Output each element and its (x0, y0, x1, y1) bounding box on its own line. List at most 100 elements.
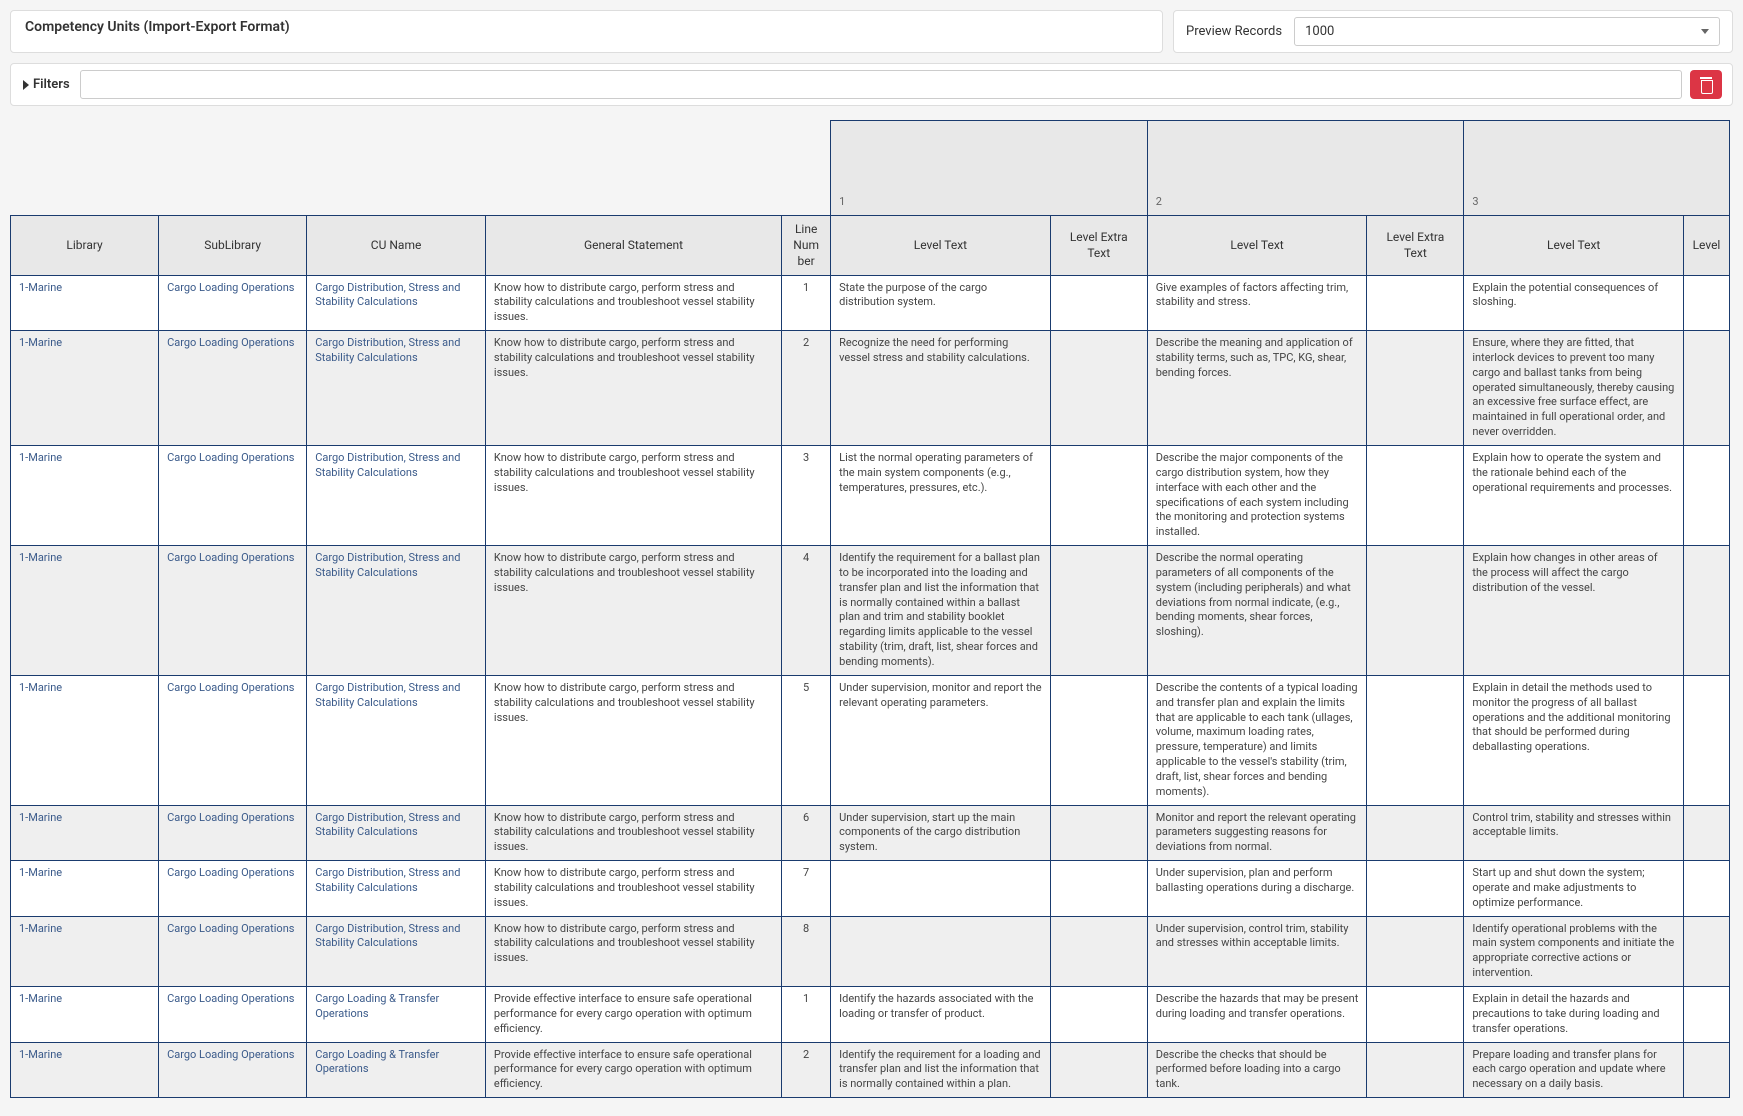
cell-level-text: Identify the requirement for a loading a… (831, 1042, 1051, 1098)
cell-sublibrary: Cargo Loading Operations (159, 805, 307, 861)
cell-level-extra (1050, 546, 1147, 676)
table-row[interactable]: 1-MarineCargo Loading OperationsCargo Di… (11, 331, 1730, 446)
cell-sublibrary: Cargo Loading Operations (159, 331, 307, 446)
col-level[interactable]: Level (1683, 216, 1729, 276)
cell-level-text: Describe the normal operating parameters… (1147, 546, 1367, 676)
cell-sublibrary: Cargo Loading Operations (159, 1042, 307, 1098)
cell-line-number: 7 (782, 861, 831, 917)
cell-line-number: 5 (782, 675, 831, 805)
cell-level-text: Explain how to operate the system and th… (1464, 446, 1684, 546)
cell-level-text: Under supervision, plan and perform ball… (1147, 861, 1367, 917)
cell-line-number: 1 (782, 987, 831, 1043)
cell-general: Know how to distribute cargo, perform st… (485, 446, 781, 546)
cell-level-extra (1050, 916, 1147, 986)
cell-general: Provide effective interface to ensure sa… (485, 987, 781, 1043)
col-cu-name[interactable]: CU Name (307, 216, 486, 276)
clear-filters-button[interactable] (1690, 70, 1722, 99)
cell-level-text: Start up and shut down the system; opera… (1464, 861, 1684, 917)
cell-level-extra (1367, 331, 1464, 446)
cell-level-text: Under supervision, control trim, stabili… (1147, 916, 1367, 986)
cell-level-text: Under supervision, monitor and report th… (831, 675, 1051, 805)
cell-sublibrary: Cargo Loading Operations (159, 546, 307, 676)
table-row[interactable]: 1-MarineCargo Loading OperationsCargo Di… (11, 546, 1730, 676)
cell-level-text: Give examples of factors affecting trim,… (1147, 275, 1367, 331)
cell-level-text: List the normal operating parameters of … (831, 446, 1051, 546)
cell-level-text: Describe the major components of the car… (1147, 446, 1367, 546)
cell-level-extra (1050, 446, 1147, 546)
cell-library: 1-Marine (11, 446, 159, 546)
table-row[interactable]: 1-MarineCargo Loading OperationsCargo Di… (11, 675, 1730, 805)
cell-level-text: Prepare loading and transfer plans for e… (1464, 1042, 1684, 1098)
table-row[interactable]: 1-MarineCargo Loading OperationsCargo Di… (11, 275, 1730, 331)
cell-level-extra (1050, 861, 1147, 917)
cell-library: 1-Marine (11, 331, 159, 446)
cell-library: 1-Marine (11, 1042, 159, 1098)
cell-level-text: Identify operational problems with the m… (1464, 916, 1684, 986)
col-general[interactable]: General Statement (485, 216, 781, 276)
cell-library: 1-Marine (11, 861, 159, 917)
cell-sublibrary: Cargo Loading Operations (159, 861, 307, 917)
cell-level (1683, 275, 1729, 331)
column-group-1[interactable]: 1 (831, 121, 1148, 216)
cell-sublibrary: Cargo Loading Operations (159, 446, 307, 546)
cell-level-extra (1367, 675, 1464, 805)
cell-level-extra (1367, 446, 1464, 546)
cell-level-extra (1050, 275, 1147, 331)
cell-level (1683, 861, 1729, 917)
cell-line-number: 4 (782, 546, 831, 676)
col-library[interactable]: Library (11, 216, 159, 276)
cell-level (1683, 916, 1729, 986)
cell-level (1683, 805, 1729, 861)
cell-line-number: 3 (782, 446, 831, 546)
table-row[interactable]: 1-MarineCargo Loading OperationsCargo Lo… (11, 987, 1730, 1043)
cell-level (1683, 331, 1729, 446)
col-line-number[interactable]: Line Number (782, 216, 831, 276)
cell-level-text (831, 861, 1051, 917)
column-group-2[interactable]: 2 (1147, 121, 1464, 216)
cell-library: 1-Marine (11, 546, 159, 676)
cell-general: Know how to distribute cargo, perform st… (485, 331, 781, 446)
trash-icon (1699, 77, 1713, 93)
cell-level-text (831, 916, 1051, 986)
preview-records-box: Preview Records 1000 (1173, 10, 1733, 53)
cell-level-text: Explain how changes in other areas of th… (1464, 546, 1684, 676)
cell-line-number: 1 (782, 275, 831, 331)
cell-cu-name: Cargo Distribution, Stress and Stability… (307, 275, 486, 331)
cell-level-text: Explain in detail the hazards and precau… (1464, 987, 1684, 1043)
cell-level-extra (1367, 916, 1464, 986)
table-row[interactable]: 1-MarineCargo Loading OperationsCargo Di… (11, 861, 1730, 917)
cell-level-text: Recognize the need for performing vessel… (831, 331, 1051, 446)
table-row[interactable]: 1-MarineCargo Loading OperationsCargo Lo… (11, 1042, 1730, 1098)
col-level-extra-1[interactable]: Level Extra Text (1050, 216, 1147, 276)
table-row[interactable]: 1-MarineCargo Loading OperationsCargo Di… (11, 446, 1730, 546)
col-level-text-3[interactable]: Level Text (1464, 216, 1684, 276)
cell-level (1683, 675, 1729, 805)
caret-down-icon (1701, 29, 1709, 34)
column-group-3[interactable]: 3 (1464, 121, 1730, 216)
cell-cu-name: Cargo Distribution, Stress and Stability… (307, 916, 486, 986)
filters-toggle[interactable]: Filters (21, 70, 72, 99)
cell-cu-name: Cargo Loading & Transfer Operations (307, 1042, 486, 1098)
cell-line-number: 2 (782, 1042, 831, 1098)
col-level-text-2[interactable]: Level Text (1147, 216, 1367, 276)
cell-cu-name: Cargo Distribution, Stress and Stability… (307, 331, 486, 446)
chevron-right-icon (23, 80, 29, 90)
table-row[interactable]: 1-MarineCargo Loading OperationsCargo Di… (11, 916, 1730, 986)
filters-input[interactable] (80, 70, 1682, 99)
col-level-text-1[interactable]: Level Text (831, 216, 1051, 276)
cell-cu-name: Cargo Distribution, Stress and Stability… (307, 861, 486, 917)
cell-level-text: Explain the potential consequences of sl… (1464, 275, 1684, 331)
cell-level-extra (1367, 805, 1464, 861)
cell-level-text: Monitor and report the relevant operatin… (1147, 805, 1367, 861)
col-level-extra-2[interactable]: Level Extra Text (1367, 216, 1464, 276)
col-sublibrary[interactable]: SubLibrary (159, 216, 307, 276)
cell-level (1683, 446, 1729, 546)
cell-library: 1-Marine (11, 916, 159, 986)
cell-cu-name: Cargo Distribution, Stress and Stability… (307, 675, 486, 805)
cell-level-extra (1050, 331, 1147, 446)
table-row[interactable]: 1-MarineCargo Loading OperationsCargo Di… (11, 805, 1730, 861)
cell-level-extra (1050, 805, 1147, 861)
cell-cu-name: Cargo Distribution, Stress and Stability… (307, 446, 486, 546)
preview-records-select[interactable]: 1000 (1294, 17, 1720, 46)
data-grid[interactable]: 1 2 3 Library SubLibrary CU Name General… (10, 120, 1733, 1106)
